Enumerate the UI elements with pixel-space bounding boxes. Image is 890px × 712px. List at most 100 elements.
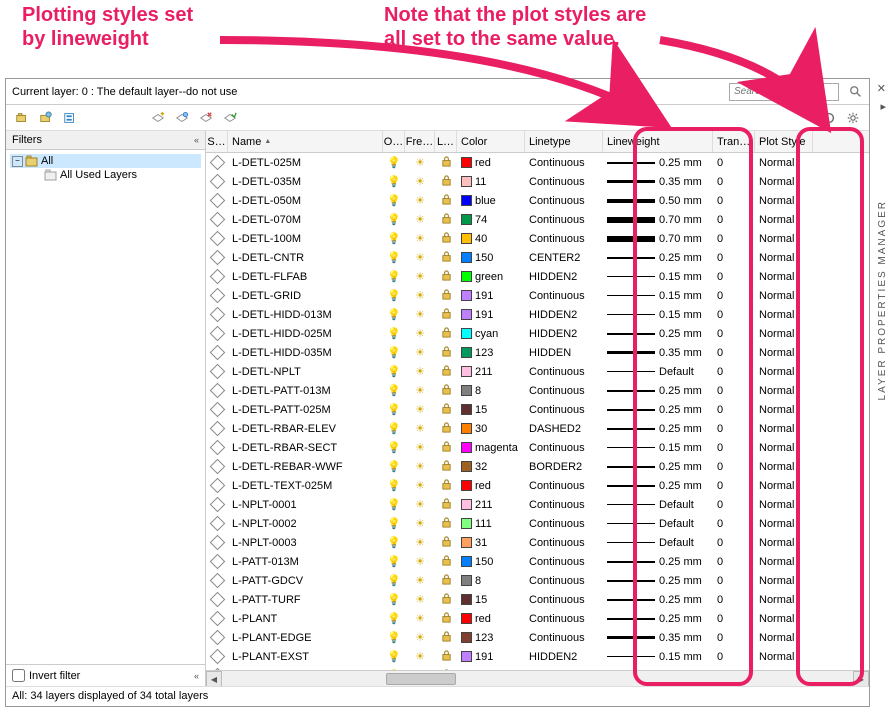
trans-cell[interactable]: 0 xyxy=(713,533,755,552)
color-cell[interactable]: magenta xyxy=(457,438,525,457)
color-cell[interactable]: 8 xyxy=(457,381,525,400)
name-cell[interactable]: L-DETL-035M xyxy=(228,172,383,191)
lineweight-cell[interactable]: Default xyxy=(603,533,713,552)
lineweight-cell[interactable]: 0.70 mm xyxy=(603,229,713,248)
table-row[interactable]: L-DETL-HIDD-035M💡☀123HIDDEN0.35 mm0Norma… xyxy=(206,343,869,362)
name-cell[interactable]: L-DETL-PATT-013M xyxy=(228,381,383,400)
color-cell[interactable]: 111 xyxy=(457,514,525,533)
freeze-cell[interactable]: ☀ xyxy=(405,400,435,419)
freeze-cell[interactable]: ☀ xyxy=(405,495,435,514)
col-freeze[interactable]: Fre… xyxy=(405,131,435,152)
name-cell[interactable]: L-DETL-HIDD-025M xyxy=(228,324,383,343)
lock-cell[interactable] xyxy=(435,210,457,229)
lineweight-cell[interactable]: 0.35 mm xyxy=(603,343,713,362)
color-cell[interactable]: 40 xyxy=(457,229,525,248)
lineweight-cell[interactable]: 0.25 mm xyxy=(603,400,713,419)
status-cell[interactable] xyxy=(206,381,228,400)
freeze-cell[interactable]: ☀ xyxy=(405,172,435,191)
plotstyle-cell[interactable]: Normal xyxy=(755,400,813,419)
on-cell[interactable]: 💡 xyxy=(383,590,405,609)
lineweight-cell[interactable]: 0.25 mm xyxy=(603,248,713,267)
lock-cell[interactable] xyxy=(435,381,457,400)
on-cell[interactable]: 💡 xyxy=(383,571,405,590)
col-linetype[interactable]: Linetype xyxy=(525,131,603,152)
search-icon[interactable] xyxy=(849,85,863,99)
status-cell[interactable] xyxy=(206,362,228,381)
lineweight-cell[interactable]: 0.25 mm xyxy=(603,552,713,571)
lineweight-cell[interactable]: 0.25 mm xyxy=(603,571,713,590)
linetype-cell[interactable]: Continuous xyxy=(525,514,603,533)
lineweight-cell[interactable]: 0.25 mm xyxy=(603,590,713,609)
lock-cell[interactable] xyxy=(435,438,457,457)
trans-cell[interactable]: 0 xyxy=(713,628,755,647)
linetype-cell[interactable]: Continuous xyxy=(525,476,603,495)
color-cell[interactable]: 191 xyxy=(457,286,525,305)
lineweight-cell[interactable]: 0.35 mm xyxy=(603,172,713,191)
freeze-cell[interactable]: ☀ xyxy=(405,628,435,647)
name-cell[interactable]: L-PLANT xyxy=(228,609,383,628)
table-row[interactable]: L-DETL-NPLT💡☀211ContinuousDefault0Normal xyxy=(206,362,869,381)
trans-cell[interactable]: 0 xyxy=(713,514,755,533)
plotstyle-cell[interactable]: Normal xyxy=(755,457,813,476)
name-cell[interactable]: L-DETL-RBAR-ELEV xyxy=(228,419,383,438)
on-cell[interactable]: 💡 xyxy=(383,476,405,495)
filter-all[interactable]: − All xyxy=(10,154,201,168)
color-cell[interactable]: 211 xyxy=(457,495,525,514)
status-cell[interactable] xyxy=(206,343,228,362)
on-cell[interactable]: 💡 xyxy=(383,305,405,324)
color-cell[interactable]: red xyxy=(457,609,525,628)
refresh-icon[interactable] xyxy=(819,108,839,128)
name-cell[interactable]: L-DETL-070M xyxy=(228,210,383,229)
lock-cell[interactable] xyxy=(435,248,457,267)
plotstyle-cell[interactable]: Normal xyxy=(755,628,813,647)
trans-cell[interactable]: 0 xyxy=(713,381,755,400)
plotstyle-cell[interactable]: Normal xyxy=(755,571,813,590)
linetype-cell[interactable]: Continuous xyxy=(525,191,603,210)
lock-cell[interactable] xyxy=(435,647,457,666)
lineweight-cell[interactable]: Default xyxy=(603,495,713,514)
name-cell[interactable]: L-PATT-GDCV xyxy=(228,571,383,590)
col-plotstyle[interactable]: Plot Style xyxy=(755,131,813,152)
freeze-cell[interactable]: ☀ xyxy=(405,229,435,248)
settings-icon[interactable] xyxy=(843,108,863,128)
status-cell[interactable] xyxy=(206,552,228,571)
name-cell[interactable]: L-DETL-CNTR xyxy=(228,248,383,267)
lineweight-cell[interactable]: 0.15 mm xyxy=(603,267,713,286)
on-cell[interactable]: 💡 xyxy=(383,457,405,476)
table-row[interactable]: L-DETL-FLFAB💡☀greenHIDDEN20.15 mm0Normal xyxy=(206,267,869,286)
trans-cell[interactable]: 0 xyxy=(713,609,755,628)
table-row[interactable]: L-DETL-GRID💡☀191Continuous0.15 mm0Normal xyxy=(206,286,869,305)
lineweight-cell[interactable]: 0.35 mm xyxy=(603,628,713,647)
color-cell[interactable]: 32 xyxy=(457,457,525,476)
freeze-cell[interactable]: ☀ xyxy=(405,362,435,381)
status-cell[interactable] xyxy=(206,590,228,609)
new-group-filter-icon[interactable] xyxy=(12,108,32,128)
lock-cell[interactable] xyxy=(435,476,457,495)
lineweight-cell[interactable]: 0.15 mm xyxy=(603,647,713,666)
delete-layer-icon[interactable] xyxy=(196,108,216,128)
lock-cell[interactable] xyxy=(435,191,457,210)
table-row[interactable]: L-DETL-PATT-025M💡☀15Continuous0.25 mm0No… xyxy=(206,400,869,419)
plotstyle-cell[interactable]: Normal xyxy=(755,666,813,670)
trans-cell[interactable]: 0 xyxy=(713,248,755,267)
table-row[interactable]: L-DETL-CNTR💡☀150CENTER20.25 mm0Normal xyxy=(206,248,869,267)
col-name[interactable]: Name▲ xyxy=(228,131,383,152)
freeze-cell[interactable]: ☀ xyxy=(405,267,435,286)
color-cell[interactable]: blue xyxy=(457,191,525,210)
color-cell[interactable]: 15 xyxy=(457,400,525,419)
status-cell[interactable] xyxy=(206,628,228,647)
lineweight-cell[interactable]: Default xyxy=(603,362,713,381)
linetype-cell[interactable]: Continuous xyxy=(525,438,603,457)
on-cell[interactable]: 💡 xyxy=(383,267,405,286)
freeze-cell[interactable]: ☀ xyxy=(405,476,435,495)
lock-cell[interactable] xyxy=(435,552,457,571)
table-row[interactable]: L-DETL-025M💡☀redContinuous0.25 mm0Normal xyxy=(206,153,869,172)
linetype-cell[interactable]: Continuous xyxy=(525,362,603,381)
freeze-cell[interactable]: ☀ xyxy=(405,343,435,362)
freeze-cell[interactable]: ☀ xyxy=(405,153,435,172)
lineweight-cell[interactable]: 0.25 mm xyxy=(603,457,713,476)
col-on[interactable]: O… xyxy=(383,131,405,152)
color-cell[interactable]: 31 xyxy=(457,533,525,552)
linetype-cell[interactable]: BORDER2 xyxy=(525,457,603,476)
trans-cell[interactable]: 0 xyxy=(713,172,755,191)
